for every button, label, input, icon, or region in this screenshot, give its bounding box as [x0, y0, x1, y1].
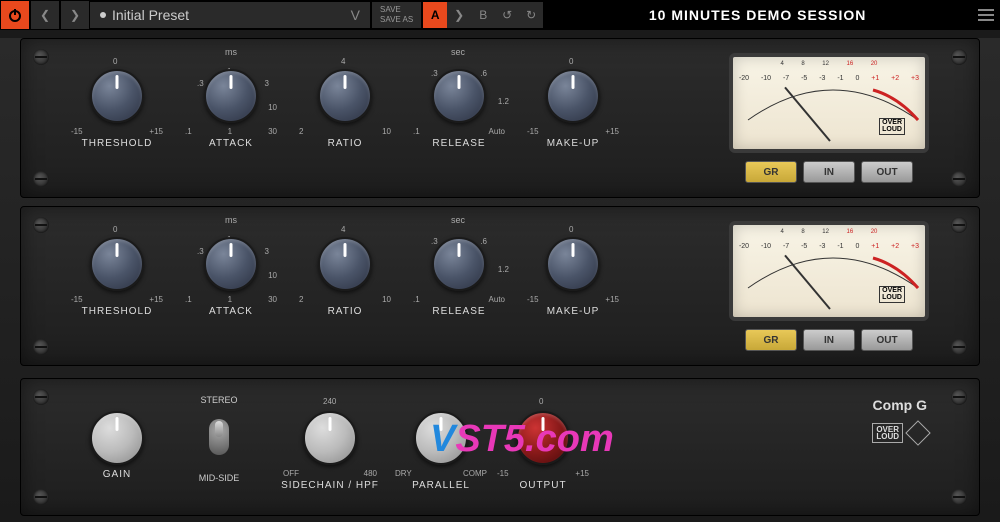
screw-icon — [33, 489, 49, 505]
threshold-control: 0 -15+15 THRESHOLD — [71, 51, 163, 149]
gain-control: GAIN — [71, 389, 163, 480]
release-control: sec .3 .6 1.2 .1Auto RELEASE — [413, 219, 505, 317]
vu-meter: 48121620 -20-10-7-5-3-10+1+2+3 OVER LOUD — [729, 221, 929, 321]
overloud-logo-icon: OVER LOUD — [879, 286, 905, 303]
ab-slot-a[interactable]: A — [423, 2, 447, 28]
ab-copy-button[interactable]: ❯ — [447, 2, 471, 28]
sidechain-hpf-control: 240 OFF480 SIDECHAIN / HPF — [275, 389, 385, 491]
ab-slot-b[interactable]: B — [471, 2, 495, 28]
product-name: Comp G — [873, 397, 927, 413]
screw-icon — [951, 171, 967, 187]
meter-gr-button[interactable]: GR — [745, 329, 797, 351]
output-control: 0 -15+15 OUTPUT — [497, 389, 589, 491]
meter-in-button[interactable]: IN — [803, 329, 855, 351]
preset-modified-icon — [100, 12, 106, 18]
redo-button[interactable]: ↻ — [519, 2, 543, 28]
meter-section: 48121620 -20-10-7-5-3-10+1+2+3 OVER LOUD… — [729, 53, 929, 183]
makeup-knob[interactable] — [546, 237, 600, 291]
attack-knob[interactable] — [204, 237, 258, 291]
prev-preset-button[interactable]: ❮ — [31, 1, 59, 29]
vu-meter: 48121620 -20-10-7-5-3-10+1+2+3 OVER LOUD — [729, 53, 929, 153]
master-section: GAIN STEREO MID-SIDE 240 OFF480 SIDECHAI… — [20, 378, 980, 516]
screw-icon — [33, 389, 49, 405]
threshold-knob[interactable] — [90, 237, 144, 291]
screw-icon — [951, 339, 967, 355]
threshold-knob[interactable] — [90, 69, 144, 123]
brand-logo: OVER LOUD — [872, 423, 927, 443]
meter-section: 48121620 -20-10-7-5-3-10+1+2+3 OVER LOUD… — [729, 221, 929, 351]
meter-out-button[interactable]: OUT — [861, 161, 913, 183]
release-knob[interactable] — [432, 69, 486, 123]
screw-icon — [33, 217, 49, 233]
channel-2: 0 -15+15 THRESHOLD ms 1 .3 3 10 .1130 AT… — [20, 206, 980, 366]
release-control: sec .3 .6 1.2 .1Auto RELEASE — [413, 51, 505, 149]
ratio-knob[interactable] — [318, 237, 372, 291]
next-preset-button[interactable]: ❯ — [61, 1, 89, 29]
rack: 0 -15+15 THRESHOLD ms 1 .3 3 10 .1130 AT… — [0, 38, 1000, 522]
makeup-control: 0 -15+15 MAKE-UP — [527, 219, 619, 317]
preset-selector[interactable]: Initial Preset V — [90, 2, 370, 28]
parallel-control: DRYCOMP PARALLEL — [395, 389, 487, 491]
meter-in-button[interactable]: IN — [803, 161, 855, 183]
demo-session-label: 10 MINUTES DEMO SESSION — [543, 7, 972, 23]
screw-icon — [33, 339, 49, 355]
screw-icon — [33, 49, 49, 65]
gain-knob[interactable] — [90, 411, 144, 465]
attack-control: ms 1 .3 3 10 .1130 ATTACK — [185, 219, 277, 317]
ratio-control: 4 210 RATIO — [299, 51, 391, 149]
output-knob[interactable] — [516, 411, 570, 465]
undo-button[interactable]: ↺ — [495, 2, 519, 28]
screw-icon — [951, 489, 967, 505]
top-toolbar: ❮ ❯ Initial Preset V SAVE SAVE AS A ❯ B … — [0, 0, 1000, 30]
overloud-logo-icon: OVER LOUD — [879, 118, 905, 135]
stereo-midside-switch[interactable] — [209, 419, 229, 455]
ratio-control: 4 210 RATIO — [299, 219, 391, 317]
save-menu[interactable]: SAVE SAVE AS — [372, 2, 421, 28]
chevron-down-icon: V — [351, 7, 360, 23]
diamond-icon — [905, 420, 930, 445]
makeup-knob[interactable] — [546, 69, 600, 123]
power-button[interactable] — [1, 1, 29, 29]
screw-icon — [951, 389, 967, 405]
ratio-knob[interactable] — [318, 69, 372, 123]
parallel-knob[interactable] — [414, 411, 468, 465]
threshold-control: 0 -15+15 THRESHOLD — [71, 219, 163, 317]
menu-button[interactable] — [972, 1, 1000, 29]
sidechain-hpf-knob[interactable] — [303, 411, 357, 465]
preset-name: Initial Preset — [112, 7, 189, 23]
meter-gr-button[interactable]: GR — [745, 161, 797, 183]
meter-out-button[interactable]: OUT — [861, 329, 913, 351]
screw-icon — [951, 49, 967, 65]
channel-1: 0 -15+15 THRESHOLD ms 1 .3 3 10 .1130 AT… — [20, 38, 980, 198]
stereo-toggle-control: STEREO MID-SIDE — [173, 389, 265, 483]
release-knob[interactable] — [432, 237, 486, 291]
makeup-control: 0 -15+15 MAKE-UP — [527, 51, 619, 149]
overloud-logo-icon: OVER LOUD — [872, 423, 903, 443]
screw-icon — [33, 171, 49, 187]
screw-icon — [951, 217, 967, 233]
attack-knob[interactable] — [204, 69, 258, 123]
attack-control: ms 1 .3 3 10 .1130 ATTACK — [185, 51, 277, 149]
